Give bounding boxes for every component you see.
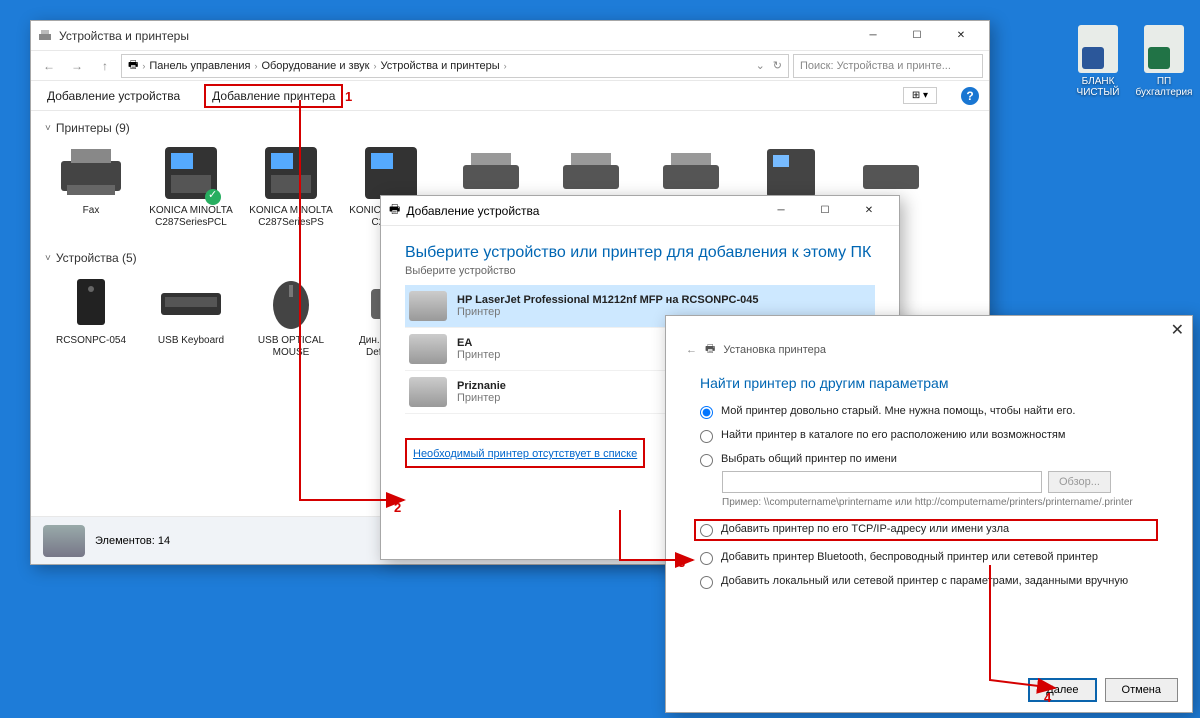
option-tcpip[interactable]: Добавить принтер по его TCP/IP-адресу ил… (694, 519, 1158, 541)
dialog-subheading: Выберите устройство (405, 265, 875, 277)
help-button[interactable]: ? (961, 87, 979, 105)
desktop-icon-word[interactable]: БЛАНК ЧИСТЫЙ (1068, 25, 1128, 98)
close-button[interactable]: ✕ (939, 22, 983, 50)
option-bluetooth[interactable]: Добавить принтер Bluetooth, беспроводный… (700, 551, 1158, 565)
refresh-icon[interactable]: ↻ (773, 59, 782, 72)
forward-button[interactable]: → (65, 54, 89, 78)
up-button[interactable]: ↑ (93, 54, 117, 78)
printer-item[interactable]: KONICA MINOLTA C287SeriesPS (245, 141, 337, 239)
view-button[interactable]: ⊞ ▾ (903, 87, 937, 104)
minimize-button[interactable]: ─ (759, 197, 803, 225)
printer-icon (409, 291, 447, 321)
printers-section-header[interactable]: Принтеры (9) (45, 121, 975, 135)
printer-icon (409, 377, 447, 407)
printer-item[interactable]: Fax (45, 141, 137, 239)
annotation-3: 3 (678, 555, 685, 570)
browse-button[interactable]: Обзор... (1048, 471, 1111, 493)
dialog-title: Добавление устройства (406, 204, 539, 218)
dialog-heading: Выберите устройство или принтер для доба… (405, 244, 875, 262)
titlebar[interactable]: Устройства и принтеры ─ ☐ ✕ (31, 21, 989, 51)
option-old-printer[interactable]: Мой принтер довольно старый. Мне нужна п… (700, 405, 1158, 419)
printer-icon (409, 334, 447, 364)
close-button[interactable]: ✕ (1171, 320, 1184, 340)
printer-install-wizard: ✕ ← 🖶 Установка принтера Найти принтер п… (665, 315, 1193, 713)
printer-icon: 🖶 (128, 56, 138, 75)
printer-item[interactable]: KONICA MINOLTA C287SeriesPCL (145, 141, 237, 239)
close-button[interactable]: ✕ (847, 197, 891, 225)
window-title: Устройства и принтеры (59, 29, 189, 43)
add-printer-button[interactable]: Добавление принтера (204, 84, 343, 108)
excel-icon (1144, 25, 1184, 73)
wizard-heading: Найти принтер по другим параметрам (666, 367, 1192, 405)
minimize-button[interactable]: ─ (851, 22, 895, 50)
printer-icon: 🖶 (705, 340, 715, 359)
toolbar: Добавление устройства Добавление принтер… (31, 81, 989, 111)
example-text: Пример: \\computername\printername или h… (722, 496, 1158, 509)
wizard-title: Установка принтера (723, 344, 826, 356)
desktop-icon-excel[interactable]: ПП бухгалтерия (1134, 25, 1194, 98)
desktop-icon-label: ПП бухгалтерия (1134, 76, 1194, 98)
device-item[interactable]: USB Keyboard (145, 271, 237, 369)
maximize-button[interactable]: ☐ (895, 22, 939, 50)
maximize-button[interactable]: ☐ (803, 197, 847, 225)
wizard-header: ← 🖶 Установка принтера (666, 316, 1192, 367)
search-input[interactable]: Поиск: Устройства и принте... (793, 54, 983, 78)
device-icon: 🖶 (389, 200, 400, 221)
option-directory[interactable]: Найти принтер в каталоге по его располож… (700, 429, 1158, 443)
dialog-titlebar[interactable]: 🖶 Добавление устройства ─ ☐ ✕ (381, 196, 899, 226)
back-button[interactable]: ← (37, 54, 61, 78)
check-icon (205, 189, 221, 205)
missing-printer-link[interactable]: Необходимый принтер отсутствует в списке (413, 448, 637, 460)
wizard-options: Мой принтер довольно старый. Мне нужна п… (666, 405, 1192, 589)
word-icon (1078, 25, 1118, 73)
annotation-4: 4 (1044, 690, 1051, 705)
desktop-icon-label: БЛАНК ЧИСТЫЙ (1068, 76, 1128, 98)
add-device-button[interactable]: Добавление устройства (41, 86, 186, 106)
camera-icon (43, 525, 85, 557)
breadcrumb[interactable]: 🖶 › Панель управления › Оборудование и з… (121, 54, 789, 78)
option-shared-name[interactable]: Выбрать общий принтер по имени Обзор... … (700, 453, 1158, 509)
printer-icon (37, 28, 53, 44)
annotation-2: 2 (394, 500, 401, 515)
missing-printer-link-box: Необходимый принтер отсутствует в списке (405, 438, 645, 468)
printer-name-input[interactable] (722, 471, 1042, 493)
annotation-1: 1 (345, 89, 352, 104)
status-text: Элементов: 14 (95, 535, 170, 547)
address-bar: ← → ↑ 🖶 › Панель управления › Оборудован… (31, 51, 989, 81)
device-item[interactable]: RCSONPC-054 (45, 271, 137, 369)
back-button[interactable]: ← (686, 344, 697, 356)
device-item[interactable]: USB OPTICAL MOUSE (245, 271, 337, 369)
dropdown-icon[interactable]: ⌄ (756, 59, 765, 72)
next-button[interactable]: Далее (1028, 678, 1096, 702)
cancel-button[interactable]: Отмена (1105, 678, 1178, 702)
option-local[interactable]: Добавить локальный или сетевой принтер с… (700, 575, 1158, 589)
